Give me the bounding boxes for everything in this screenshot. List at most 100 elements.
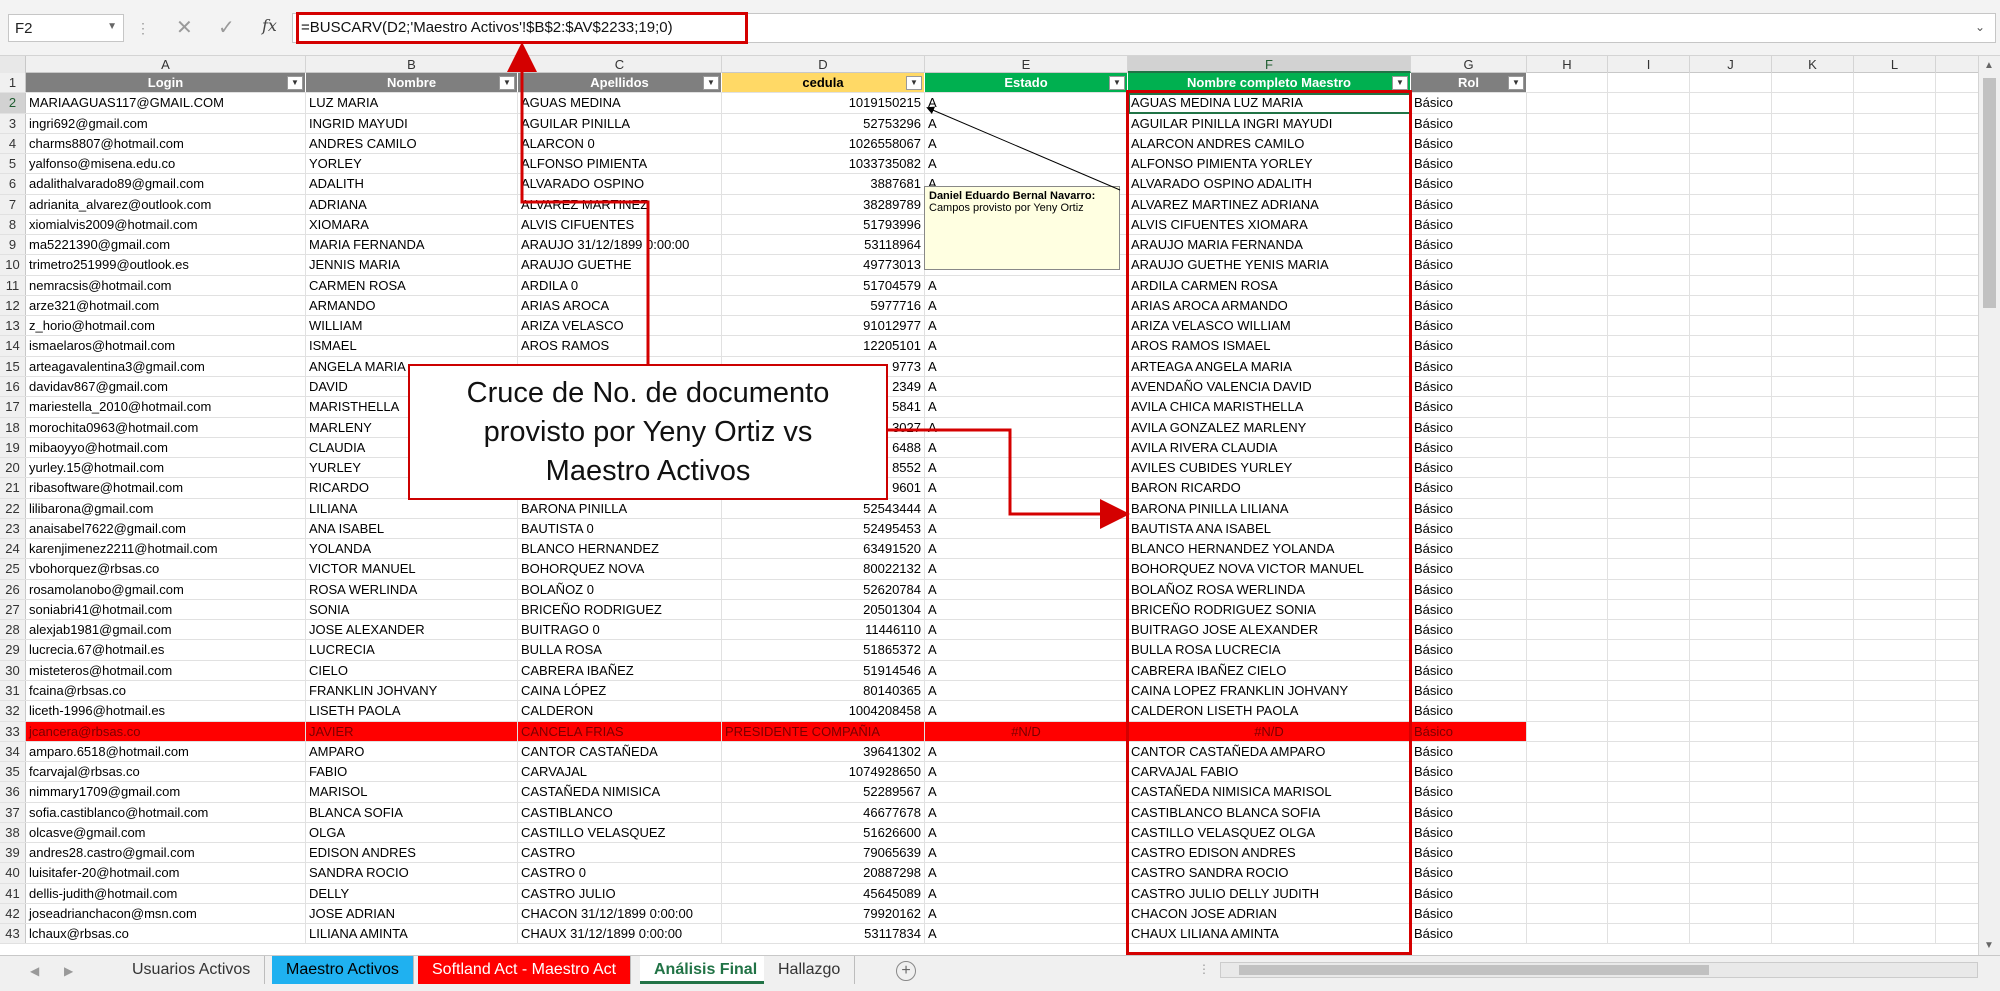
cell-rol[interactable]: Básico	[1411, 822, 1527, 843]
empty-cell[interactable]	[1527, 113, 1608, 133]
cell-cedula[interactable]: 1026558067	[722, 133, 925, 154]
cell-login[interactable]: joseadrianchacon@msn.com	[26, 903, 306, 924]
cell-cedula[interactable]: 52620784	[722, 579, 925, 599]
empty-cell[interactable]	[1772, 133, 1854, 154]
empty-cell[interactable]	[1690, 822, 1772, 843]
empty-cell[interactable]	[1854, 620, 1936, 640]
cell-login[interactable]: luisitafer-20@hotmail.com	[26, 863, 306, 883]
cell-login[interactable]: dellis-judith@hotmail.com	[26, 883, 306, 903]
cell-estado[interactable]: A	[925, 458, 1128, 478]
empty-cell[interactable]	[1527, 863, 1608, 883]
cell-rol[interactable]: Básico	[1411, 883, 1527, 903]
filter-dropdown-icon[interactable]: ▼	[287, 76, 303, 90]
empty-cell[interactable]	[1608, 194, 1690, 214]
empty-cell[interactable]	[1690, 883, 1772, 903]
empty-cell[interactable]	[1690, 721, 1772, 741]
empty-cell[interactable]	[1772, 478, 1854, 498]
empty-cell[interactable]	[1527, 518, 1608, 539]
empty-cell[interactable]	[1854, 822, 1936, 843]
empty-cell[interactable]	[1527, 417, 1608, 437]
cell-rol[interactable]: Básico	[1411, 316, 1527, 336]
empty-cell[interactable]	[1608, 437, 1690, 458]
cell-rol[interactable]: Básico	[1411, 295, 1527, 316]
empty-cell[interactable]	[1608, 255, 1690, 275]
empty-cell[interactable]	[1690, 903, 1772, 924]
empty-cell[interactable]	[1772, 599, 1854, 620]
empty-cell[interactable]	[1527, 255, 1608, 275]
cell-rol[interactable]: Básico	[1411, 762, 1527, 782]
row-number[interactable]: 40	[0, 863, 26, 883]
empty-cell[interactable]	[1690, 93, 1772, 113]
empty-cell[interactable]	[1690, 154, 1772, 174]
cell-estado[interactable]: A	[925, 113, 1128, 133]
cell-nombre[interactable]: INGRID MAYUDI	[306, 113, 518, 133]
cell-apellidos[interactable]: CASTRO 0	[518, 863, 722, 883]
cell-login[interactable]: ingri692@gmail.com	[26, 113, 306, 133]
cell-estado[interactable]: A	[925, 741, 1128, 762]
empty-cell[interactable]	[1608, 458, 1690, 478]
cell-rol[interactable]: Básico	[1411, 924, 1527, 944]
cell-cedula[interactable]: PRESIDENTE COMPAÑIA	[722, 721, 925, 741]
cell-apellidos[interactable]: BRICEÑO RODRIGUEZ	[518, 599, 722, 620]
empty-cell[interactable]	[1854, 214, 1936, 235]
cell-rol[interactable]: Básico	[1411, 802, 1527, 822]
cell-cedula[interactable]: 51865372	[722, 640, 925, 660]
empty-cell[interactable]	[1854, 883, 1936, 903]
empty-cell[interactable]	[1854, 579, 1936, 599]
cell-cedula[interactable]: 80140365	[722, 680, 925, 701]
cell-rol[interactable]: Básico	[1411, 214, 1527, 235]
row-number[interactable]: 2	[0, 93, 26, 113]
expand-formula-icon[interactable]: ⌄	[1975, 20, 1985, 34]
empty-cell[interactable]	[1690, 275, 1772, 295]
cell-estado[interactable]: A	[925, 883, 1128, 903]
sheet-tab[interactable]: Softland Act - Maestro Act	[418, 956, 632, 984]
cell-apellidos[interactable]: CHACON 31/12/1899 0:00:00	[518, 903, 722, 924]
header-rol[interactable]: Rol ▼	[1411, 73, 1527, 93]
cell-cedula[interactable]: 3887681	[722, 174, 925, 194]
empty-cell[interactable]	[1690, 376, 1772, 397]
horizontal-scroll-thumb[interactable]	[1239, 965, 1709, 975]
cell-rol[interactable]: Básico	[1411, 458, 1527, 478]
filter-dropdown-icon[interactable]: ▼	[499, 76, 515, 90]
empty-cell[interactable]	[1527, 762, 1608, 782]
cell-cedula[interactable]: 1019150215	[722, 93, 925, 113]
cell-login[interactable]: adalithalvarado89@gmail.com	[26, 174, 306, 194]
empty-cell[interactable]	[1772, 863, 1854, 883]
cell-rol[interactable]: Básico	[1411, 599, 1527, 620]
empty-cell[interactable]	[1690, 336, 1772, 356]
cell-rol[interactable]: Básico	[1411, 376, 1527, 397]
cell-apellidos[interactable]: BULLA ROSA	[518, 640, 722, 660]
cell-login[interactable]: amparo.6518@hotmail.com	[26, 741, 306, 762]
scroll-up-icon[interactable]: ▲	[1984, 60, 1994, 71]
empty-cell[interactable]	[1608, 741, 1690, 762]
cell-login[interactable]: karenjimenez2211@hotmail.com	[26, 539, 306, 559]
cell-nombre[interactable]: EDISON ANDRES	[306, 843, 518, 863]
cell-login[interactable]: fcarvajal@rbsas.co	[26, 762, 306, 782]
empty-cell[interactable]	[1772, 762, 1854, 782]
empty-cell[interactable]	[1608, 701, 1690, 721]
empty-cell[interactable]	[1608, 802, 1690, 822]
cell-cedula[interactable]: 52495453	[722, 518, 925, 539]
cell-cedula[interactable]: 51704579	[722, 275, 925, 295]
cell-rol[interactable]: Básico	[1411, 255, 1527, 275]
empty-cell[interactable]	[1608, 924, 1690, 944]
cell-login[interactable]: jcancera@rbsas.co	[26, 721, 306, 741]
empty-cell[interactable]	[1608, 498, 1690, 518]
cell-apellidos[interactable]: BOHORQUEZ NOVA	[518, 559, 722, 579]
cell-nombre[interactable]: ANA ISABEL	[306, 518, 518, 539]
cell-cedula[interactable]: 20501304	[722, 599, 925, 620]
empty-cell[interactable]	[1608, 93, 1690, 113]
empty-cell[interactable]	[1690, 295, 1772, 316]
cell-login[interactable]: morochita0963@hotmail.com	[26, 417, 306, 437]
empty-cell[interactable]	[1690, 255, 1772, 275]
empty-cell[interactable]	[1608, 214, 1690, 235]
cell-nombre[interactable]: ANDRES CAMILO	[306, 133, 518, 154]
cell-estado[interactable]: A	[925, 376, 1128, 397]
row-number[interactable]: 16	[0, 376, 26, 397]
empty-cell[interactable]	[1527, 802, 1608, 822]
cell-nombre[interactable]: MARIA FERNANDA	[306, 235, 518, 255]
cell-nombre[interactable]: ISMAEL	[306, 336, 518, 356]
empty-cell[interactable]	[1690, 762, 1772, 782]
empty-cell[interactable]	[1608, 356, 1690, 376]
row-number[interactable]: 3	[0, 113, 26, 133]
